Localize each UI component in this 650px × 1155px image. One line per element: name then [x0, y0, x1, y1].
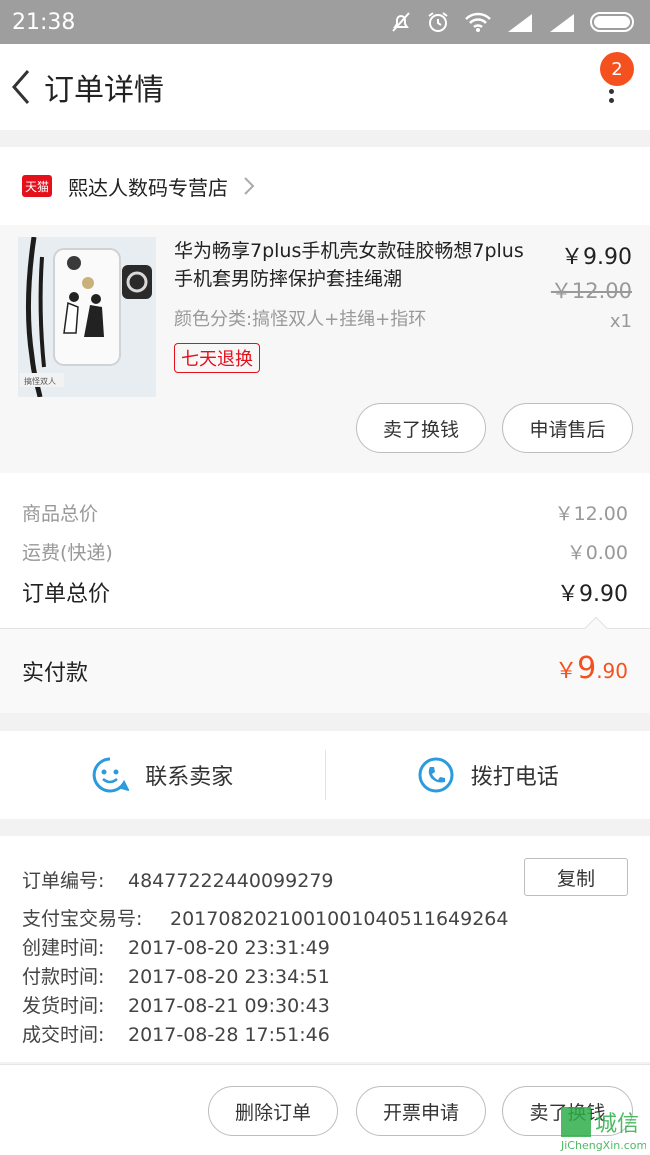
page-title: 订单详情: [44, 73, 164, 108]
order-number-line: 订单编号: 48477222440099279: [22, 866, 334, 893]
after-sales-button[interactable]: 申请售后: [502, 403, 633, 453]
shipping-label: 运费(快递): [22, 542, 113, 564]
call-phone-button[interactable]: 拨打电话: [326, 756, 650, 794]
alipay-trade-label: 支付宝交易号:: [22, 908, 143, 930]
contact-seller-label: 联系卖家: [145, 765, 234, 790]
paid-time-value: 2017-08-20 23:34:51: [128, 966, 330, 988]
paid-time-line: 付款时间: 2017-08-20 23:34:51: [22, 962, 330, 989]
phone-icon: [418, 757, 454, 793]
summary-row-order-total: 订单总价 ￥9.90: [22, 576, 628, 608]
shipping-value: ￥0.00: [566, 542, 628, 564]
completed-time-label: 成交时间:: [22, 1024, 105, 1046]
watermark-url: JiChengXin.com: [560, 1139, 646, 1152]
paid-amount-row: 实付款 ￥9.90: [0, 616, 650, 713]
product-thumbnail[interactable]: 搞怪双人: [18, 237, 156, 397]
alipay-trade-line: 支付宝交易号: 2017082021001001040511649264: [22, 904, 508, 931]
chevron-right-icon: [244, 177, 255, 195]
contact-seller-button[interactable]: 联系卖家: [0, 756, 325, 794]
product-quantity: x1: [609, 311, 632, 332]
chevron-left-icon: [12, 70, 30, 104]
call-phone-label: 拨打电话: [470, 765, 559, 790]
price-summary: 商品总价 ￥12.00 运费(快递) ￥0.00 订单总价 ￥9.90: [0, 473, 650, 628]
completed-time-value: 2017-08-28 17:51:46: [128, 1024, 330, 1046]
created-time-value: 2017-08-20 23:31:49: [128, 937, 330, 959]
shop-name: 熙达人数码专营店: [68, 175, 228, 200]
alipay-trade-value: 2017082021001001040511649264: [170, 908, 509, 930]
contact-row: 联系卖家 拨打电话: [0, 731, 650, 819]
summary-row-goods: 商品总价 ￥12.00: [22, 499, 628, 526]
notification-badge: 2: [600, 52, 634, 86]
order-number-label: 订单编号:: [22, 870, 105, 892]
shipped-time-label: 发货时间:: [22, 995, 105, 1017]
chat-face-icon: [92, 757, 130, 793]
product-spec: 颜色分类:搞怪双人+挂绳+指环: [174, 309, 427, 330]
alarm-icon: [428, 12, 448, 32]
watermark-text: 城信: [595, 1112, 639, 1137]
order-info: 订单编号: 48477222440099279 复制 支付宝交易号: 2017082…: [0, 836, 650, 1062]
nav-bar: 订单详情 2: [0, 44, 650, 130]
original-price: ￥12.00: [550, 279, 632, 303]
completed-time-line: 成交时间: 2017-08-28 17:51:46: [22, 1020, 330, 1047]
return-policy-tag: 七天退换: [174, 343, 260, 373]
created-time-label: 创建时间:: [22, 937, 105, 959]
paid-amount: ￥9.90: [555, 651, 628, 686]
wifi-icon: [465, 12, 491, 32]
shipped-time-value: 2017-08-21 09:30:43: [128, 995, 330, 1017]
invoice-request-button[interactable]: 开票申请: [356, 1086, 486, 1136]
thumb-caption: 搞怪双人: [24, 376, 56, 386]
shipped-time-line: 发货时间: 2017-08-21 09:30:43: [22, 991, 330, 1018]
bottom-action-bar: 删除订单 开票申请 卖了换钱 城信 JiChengXin.com: [0, 1064, 650, 1155]
order-total-value: ￥9.90: [557, 582, 628, 607]
back-button[interactable]: [2, 44, 42, 130]
summary-row-shipping: 运费(快递) ￥0.00: [22, 538, 628, 565]
order-number-value: 48477222440099279: [128, 870, 334, 892]
battery-icon: [590, 12, 634, 32]
tmall-logo-icon: 天猫: [22, 175, 52, 197]
signal-icon-2: [550, 14, 574, 32]
product-card[interactable]: 搞怪双人 华为畅享7plus手机壳女款硅胶畅想7plus手机套男防摔保护套挂绳潮…: [0, 225, 650, 473]
product-title[interactable]: 华为畅享7plus手机壳女款硅胶畅想7plus手机套男防摔保护套挂绳潮: [174, 237, 524, 293]
created-time-line: 创建时间: 2017-08-20 23:31:49: [22, 933, 330, 960]
resell-button[interactable]: 卖了换钱: [356, 403, 486, 453]
goods-total-label: 商品总价: [22, 503, 99, 525]
signal-icon-1: [508, 14, 532, 32]
paid-time-label: 付款时间:: [22, 966, 105, 988]
order-total-label: 订单总价: [22, 582, 111, 607]
copy-button[interactable]: 复制: [524, 858, 628, 896]
phone-case-image: 搞怪双人: [18, 237, 156, 397]
goods-total-value: ￥12.00: [554, 503, 628, 525]
mute-bell-icon: [392, 12, 410, 32]
shop-row[interactable]: 天猫 熙达人数码专营店: [0, 147, 650, 225]
delete-order-button[interactable]: 删除订单: [208, 1086, 338, 1136]
watermark-logo: 城信 JiChengXin.com: [560, 1107, 646, 1152]
product-price: ￥9.90: [561, 245, 632, 270]
status-time: 21:38: [12, 9, 76, 35]
paid-label: 实付款: [22, 661, 89, 686]
status-bar: 21:38: [0, 0, 650, 44]
